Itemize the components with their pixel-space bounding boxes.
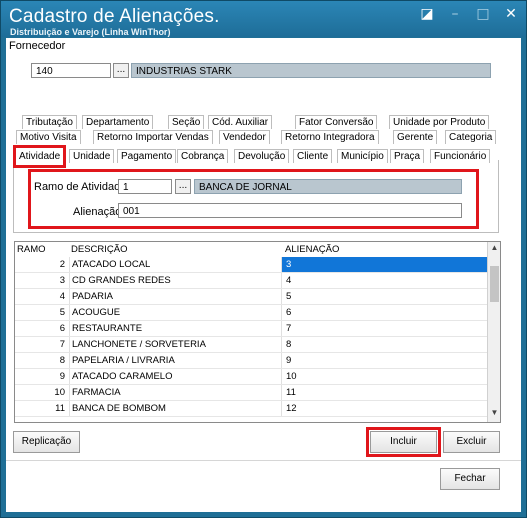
tab-retorno-integradora[interactable]: Retorno Integradora [281,130,379,144]
table-row[interactable]: 6 RESTAURANTE 7 [15,321,487,337]
table-row[interactable]: 3 CD GRANDES REDES 4 [15,273,487,289]
col-header-ramo[interactable]: RAMO [17,244,46,255]
cell-descricao: PAPELARIA / LIVRARIA [69,353,284,368]
tab-cod-auxiliar[interactable]: Cód. Auxiliar [208,115,273,129]
fechar-button[interactable]: Fechar [440,468,500,490]
cell-alienacao: 11 [281,385,487,400]
cell-descricao: BANCA DE BOMBOM [69,401,284,416]
cell-ramo: 9 [59,371,65,382]
tab-gerente[interactable]: Gerente [393,130,438,144]
client-area: Fornecedor 140 ... INDUSTRIAS STARK Trib… [6,38,521,512]
cell-ramo: 5 [59,307,65,318]
cell-alienacao: 12 [281,401,487,416]
minimize-icon[interactable]: – [448,7,462,21]
cell-ramo: 10 [54,387,65,398]
col-header-alienacao[interactable]: ALIENAÇÃO [285,244,339,255]
table-row[interactable]: 7 LANCHONETE / SORVETERIA 8 [15,337,487,353]
tab-departamento[interactable]: Departamento [82,115,154,129]
tab-vendedor[interactable]: Vendedor [219,130,270,144]
table-row[interactable]: 10 FARMACIA 11 [15,385,487,401]
fornecedor-code-input[interactable]: 140 [31,63,111,78]
table-row[interactable]: 8 PAPELARIA / LIVRARIA 9 [15,353,487,369]
fornecedor-label: Fornecedor [9,40,66,52]
cell-ramo: 3 [59,275,65,286]
alienacao-input[interactable]: 001 [118,203,462,218]
close-icon[interactable]: ✕ [504,7,518,21]
alienacao-label: Alienação [73,206,122,218]
tab-unidade-por-produto[interactable]: Unidade por Produto [389,115,490,129]
cell-alienacao: 7 [281,321,487,336]
cell-ramo: 2 [59,259,65,270]
window-controls: ◪ – □ ✕ [420,7,518,21]
ramo-descricao-field: BANCA DE JORNAL [194,179,462,194]
fornecedor-name-field: INDUSTRIAS STARK [131,63,491,78]
cell-ramo: 7 [59,339,65,350]
cell-alienacao: 10 [281,369,487,384]
cell-ramo: 4 [59,291,65,302]
table-row[interactable]: 9 ATACADO CARAMELO 10 [15,369,487,385]
cell-alienacao: 6 [281,305,487,320]
window-subtitle: Distribuição e Varejo (Linha WinThor) [10,27,171,37]
tab-categoria[interactable]: Categoria [445,130,497,144]
cell-descricao: FARMACIA [69,385,284,400]
cell-alienacao: 3 [281,257,487,272]
cell-alienacao: 4 [281,273,487,288]
scroll-thumb[interactable] [490,266,499,302]
footer-separator [6,460,521,461]
table-row[interactable]: 4 PADARIA 5 [15,289,487,305]
cell-alienacao: 5 [281,289,487,304]
cell-descricao: CD GRANDES REDES [69,273,284,288]
cell-ramo: 11 [55,403,65,414]
incluir-button[interactable]: Incluir [370,431,437,453]
tab-retorno-importar-vendas[interactable]: Retorno Importar Vendas [93,130,213,144]
cell-ramo: 8 [59,355,65,366]
tab-secao[interactable]: Seção [168,115,205,129]
table-row[interactable]: 5 ACOUGUE 6 [15,305,487,321]
tab-tributacao[interactable]: Tributação [22,115,77,129]
fornecedor-lookup-button[interactable]: ... [113,63,129,78]
replicacao-button[interactable]: Replicação [13,431,80,453]
cell-alienacao: 8 [281,337,487,352]
cell-alienacao: 9 [281,353,487,368]
scroll-down-icon[interactable]: ▼ [490,408,499,417]
restore-icon[interactable]: ◪ [420,7,434,21]
col-header-descricao[interactable]: DESCRIÇÃO [71,244,127,255]
ramo-atividade-label: Ramo de Atividade [34,181,127,193]
table-row[interactable]: 11 BANCA DE BOMBOM 12 [15,401,487,417]
tab-row-2: Motivo Visita Retorno Importar Vendas Ve… [13,130,497,144]
table-row[interactable]: 2 ATACADO LOCAL 3 [15,257,487,273]
grid-scrollbar[interactable]: ▲ ▼ [487,242,500,422]
cell-descricao: ATACADO CARAMELO [69,369,284,384]
ramo-lookup-button[interactable]: ... [175,179,191,194]
cell-descricao: PADARIA [69,289,284,304]
maximize-icon[interactable]: □ [476,7,490,21]
alienacoes-grid[interactable]: RAMO DESCRIÇÃO ALIENAÇÃO 2 ATACADO LOCAL 3… [14,241,501,423]
cell-descricao: ATACADO LOCAL [69,257,284,272]
ramo-atividade-input[interactable]: 1 [118,179,172,194]
tab-row-1: Tributação Departamento Seção Cód. Auxil… [13,115,497,129]
title-bar[interactable]: Cadastro de Alienações. Distribuição e V… [1,1,526,37]
form-highlight-box [28,169,479,229]
excluir-button[interactable]: Excluir [443,431,500,453]
window-title: Cadastro de Alienações. [9,6,220,27]
cell-descricao: RESTAURANTE [69,321,284,336]
grid-header: RAMO DESCRIÇÃO ALIENAÇÃO [15,242,487,256]
cell-descricao: LANCHONETE / SORVETERIA [69,337,284,352]
app-window: Cadastro de Alienações. Distribuição e V… [0,0,527,518]
scroll-up-icon[interactable]: ▲ [490,243,499,252]
cell-ramo: 6 [59,323,65,334]
tab-fator-conversao[interactable]: Fator Conversão [295,115,378,129]
tab-atividade[interactable]: Atividade [13,145,67,168]
cell-descricao: ACOUGUE [69,305,284,320]
tab-motivo-visita[interactable]: Motivo Visita [16,130,81,144]
